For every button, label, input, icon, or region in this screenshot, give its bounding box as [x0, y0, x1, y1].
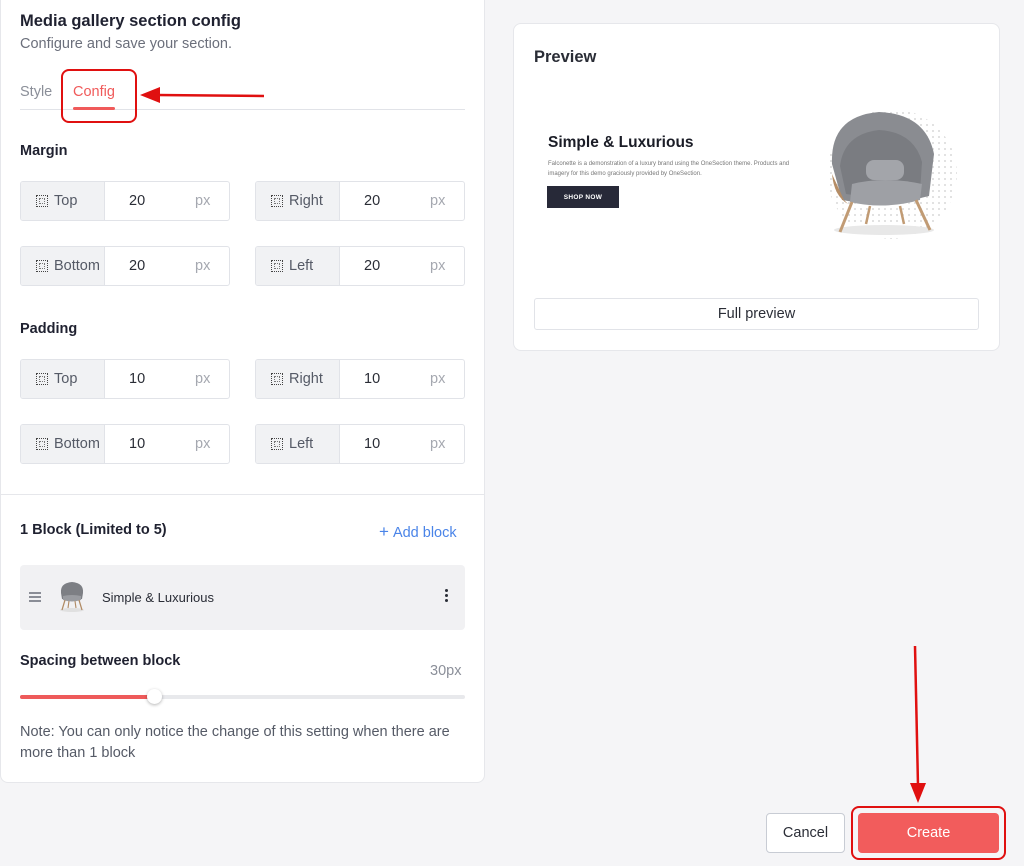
padding-left-field: Left 10 px — [255, 424, 465, 464]
tab-config-label: Config — [73, 84, 115, 100]
margin-bottom-field: Bottom 20 px — [20, 246, 230, 286]
banner-title: Simple & Luxurious — [548, 134, 694, 151]
padding-icon — [271, 260, 283, 272]
section-subtitle: Configure and save your section. — [20, 36, 232, 52]
margin-label: Margin — [20, 143, 68, 159]
unit-label: px — [430, 193, 446, 209]
spacing-value: 30px — [430, 663, 462, 679]
margin-bottom-input[interactable]: 20 — [105, 247, 195, 285]
margin-bottom-label: Bottom — [54, 258, 100, 274]
unit-label: px — [430, 258, 446, 274]
unit-label: px — [430, 371, 446, 387]
margin-top-input[interactable]: 20 — [105, 182, 195, 220]
block-item[interactable]: Simple & Luxurious — [20, 565, 465, 630]
padding-left-input[interactable]: 10 — [340, 425, 430, 463]
padding-top-field: Top 10 px — [20, 359, 230, 399]
spacing-note: Note: You can only notice the change of … — [20, 724, 450, 761]
add-block-label: Add block — [392, 525, 457, 541]
unit-label: px — [195, 258, 211, 274]
chair-thumbnail — [60, 582, 84, 612]
padding-bottom-input[interactable]: 10 — [105, 425, 195, 463]
preview-card: Preview Simple & Luxurious Falconette is… — [513, 23, 1000, 351]
padding-left-label: Left — [289, 436, 314, 452]
full-preview-button[interactable]: Full preview — [534, 298, 979, 330]
tab-bar: Style Config — [20, 82, 465, 110]
margin-left-label: Left — [289, 258, 314, 274]
active-tab-indicator — [73, 107, 115, 110]
padding-label: Padding — [20, 321, 78, 337]
padding-icon — [36, 438, 48, 450]
padding-icon — [36, 260, 48, 272]
chair-image — [827, 109, 957, 239]
preview-title: Preview — [534, 48, 597, 66]
padding-icon — [271, 438, 283, 450]
margin-right-addon: Right — [256, 182, 340, 220]
banner-description: Falconette is a demonstration of a luxur… — [548, 161, 790, 177]
padding-left-addon: Left — [256, 425, 340, 463]
spacing-label: Spacing between block — [20, 653, 181, 669]
create-button[interactable]: Create — [858, 813, 999, 853]
padding-icon — [271, 373, 283, 385]
add-block-button[interactable]: + Add block — [379, 522, 457, 542]
margin-left-input[interactable]: 20 — [340, 247, 430, 285]
padding-top-input[interactable]: 10 — [105, 360, 195, 398]
plus-icon: + — [379, 522, 389, 541]
unit-label: px — [195, 371, 211, 387]
margin-bottom-addon: Bottom — [21, 247, 105, 285]
margin-top-addon: Top — [21, 182, 105, 220]
slider-handle[interactable] — [147, 689, 162, 704]
padding-icon — [271, 195, 283, 207]
tab-style-label: Style — [20, 84, 53, 100]
section-divider — [1, 494, 484, 495]
cancel-button[interactable]: Cancel — [766, 813, 845, 853]
config-panel: Media gallery section config Configure a… — [0, 0, 485, 783]
spacing-slider[interactable] — [20, 689, 465, 704]
padding-bottom-field: Bottom 10 px — [20, 424, 230, 464]
margin-left-addon: Left — [256, 247, 340, 285]
padding-icon — [36, 195, 48, 207]
margin-left-field: Left 20 px — [255, 246, 465, 286]
arrow-down-icon — [910, 783, 926, 803]
padding-icon — [36, 373, 48, 385]
margin-right-input[interactable]: 20 — [340, 182, 430, 220]
margin-top-field: Top 20 px — [20, 181, 230, 221]
padding-bottom-addon: Bottom — [21, 425, 105, 463]
padding-right-field: Right 10 px — [255, 359, 465, 399]
block-name: Simple & Luxurious — [102, 590, 214, 605]
unit-label: px — [195, 436, 211, 452]
padding-top-addon: Top — [21, 360, 105, 398]
tab-config[interactable]: Config — [73, 84, 115, 110]
padding-right-addon: Right — [256, 360, 340, 398]
drag-handle-icon[interactable] — [29, 592, 41, 602]
margin-right-field: Right 20 px — [255, 181, 465, 221]
margin-right-label: Right — [289, 193, 323, 209]
margin-top-label: Top — [54, 193, 78, 209]
blocks-title: 1 Block (Limited to 5) — [20, 522, 167, 538]
padding-right-input[interactable]: 10 — [340, 360, 430, 398]
padding-right-label: Right — [289, 371, 323, 387]
padding-bottom-label: Bottom — [54, 436, 100, 452]
slider-fill — [20, 695, 154, 699]
shop-now-button: SHOP NOW — [547, 186, 619, 208]
tab-style[interactable]: Style — [20, 84, 52, 100]
padding-top-label: Top — [54, 371, 78, 387]
unit-label: px — [430, 436, 446, 452]
section-title: Media gallery section config — [20, 12, 241, 30]
more-options-icon[interactable] — [443, 589, 449, 605]
unit-label: px — [195, 193, 211, 209]
